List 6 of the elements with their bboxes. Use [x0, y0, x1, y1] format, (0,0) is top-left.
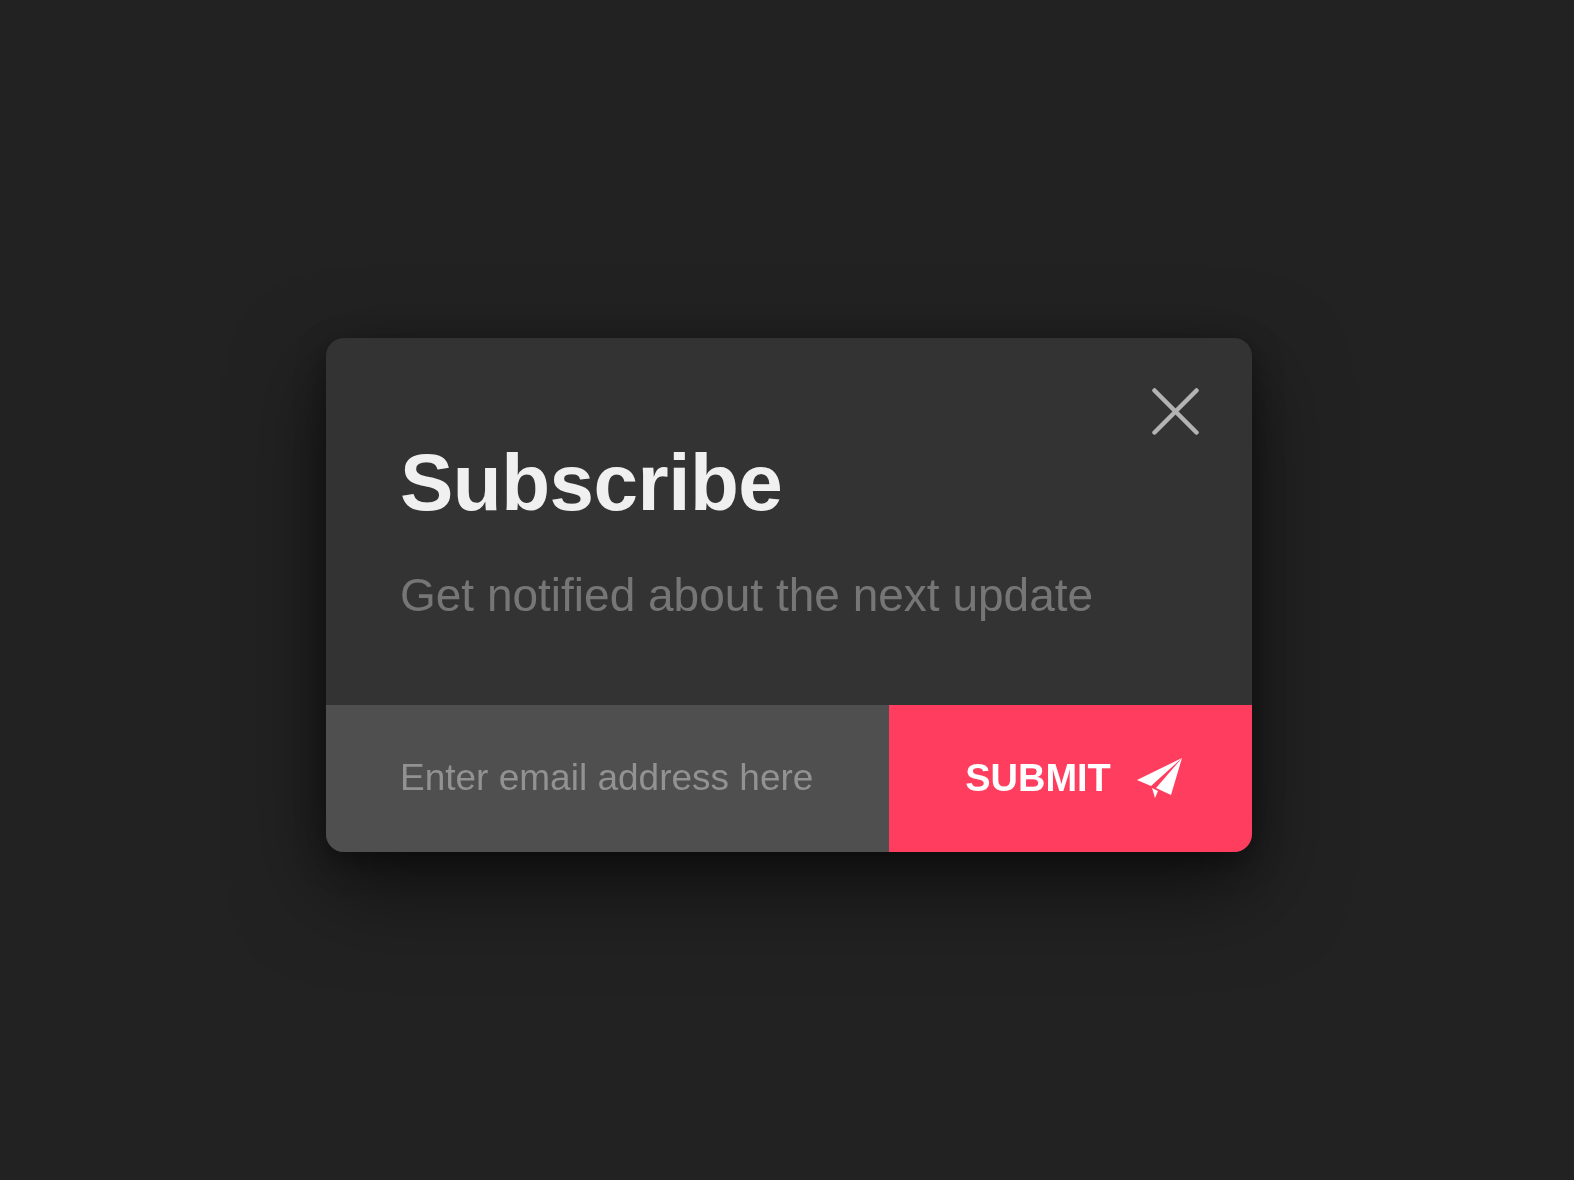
submit-button[interactable]: SUBMIT	[889, 704, 1252, 852]
dialog-title: Subscribe	[400, 442, 784, 523]
paper-plane-icon	[1136, 758, 1182, 798]
close-icon	[1152, 387, 1199, 435]
close-button[interactable]	[1152, 387, 1199, 435]
email-field[interactable]: Enter email address here	[326, 704, 889, 852]
